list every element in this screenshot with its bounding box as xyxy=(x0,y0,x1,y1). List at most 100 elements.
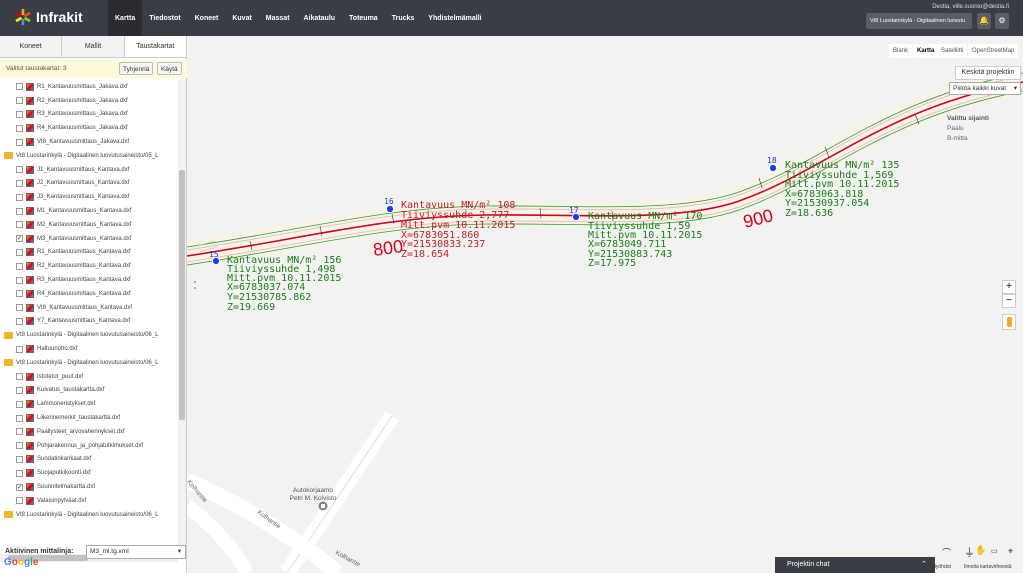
layer-checkbox[interactable] xyxy=(16,469,23,477)
maptype-satelliitti[interactable]: Satelliitti xyxy=(937,44,968,58)
layer-checkbox[interactable] xyxy=(16,83,23,91)
map-view[interactable]: 15 Kantavuus MN/m² 156 Tiiviyssuhde 1,49… xyxy=(187,36,1023,573)
layer-checkbox[interactable] xyxy=(16,345,23,353)
ruler-tool-icon[interactable]: ▭ xyxy=(991,547,998,555)
gear-icon[interactable]: ⚙ xyxy=(995,13,1009,29)
nav-kartta[interactable]: Kartta xyxy=(108,0,143,36)
layer-checkbox[interactable] xyxy=(16,386,23,394)
layer-checkbox[interactable] xyxy=(16,97,23,105)
report-map-error-link[interactable]: Ilmoita kartavirheestä xyxy=(964,564,1012,570)
zoom-out-button[interactable]: − xyxy=(1002,294,1016,308)
measurement-point-18[interactable]: 18 Kantavuus MN/m² 135 Tiiviyssuhde 1,56… xyxy=(767,156,899,219)
hand-tool-icon[interactable]: ✋ xyxy=(975,545,986,556)
layer-folder[interactable]: Vt8 Luostarinkylä - Digitaalinen luovutu… xyxy=(0,149,178,163)
maptype-openstreetmap[interactable]: OpenStreetMap xyxy=(968,44,1019,58)
layer-checkbox[interactable] xyxy=(16,373,23,381)
layer-item[interactable]: M2_Kantavuusmittaus_Kantava.dxf xyxy=(0,218,178,232)
pin-tool-icon[interactable]: ⏚ xyxy=(964,544,975,560)
measurement-point-16[interactable]: 16 Kantavuus MN/m² 108 Tiiviyssuhde 2,77… xyxy=(384,197,515,260)
layer-checkbox[interactable] xyxy=(16,124,23,132)
layer-item[interactable]: M1_Kantavuusmittaus_Kantava.dxf xyxy=(0,204,178,218)
layer-checkbox[interactable]: ✓ xyxy=(16,483,23,491)
layer-item[interactable]: Suojaputkikoonti.dxf xyxy=(0,466,178,480)
layer-checkbox[interactable] xyxy=(16,317,23,325)
layer-item[interactable]: R2_Kantavuusmittaus_Jakava.dxf xyxy=(0,94,178,108)
project-select[interactable]: Vt8 Luostarinkylä - Digitaalinen luovutu xyxy=(866,13,972,29)
layer-item[interactable]: R2_Kantavuusmittaus_Kantava.dxf xyxy=(0,259,178,273)
tab-koneet[interactable]: Koneet xyxy=(0,36,63,57)
layer-folder[interactable]: Vt8 Luostarinkylä - Digitaalinen luovutu… xyxy=(0,356,178,370)
layer-item[interactable]: Vt8_Kantavuusmittaus_Kantava.dxf xyxy=(0,301,178,315)
layer-item[interactable]: Paallysteet_arvovahennykset.dxf xyxy=(0,425,178,439)
nav-toteuma[interactable]: Toteuma xyxy=(342,0,385,36)
measurement-point-17[interactable]: 17 Kantavuus MN/m² 170 Tiiviyssuhde 1,59… xyxy=(569,206,702,269)
layer-checkbox[interactable] xyxy=(16,400,23,408)
clear-button[interactable]: Tyhjennä xyxy=(119,62,154,75)
layer-checkbox[interactable] xyxy=(16,455,23,463)
map-canvas[interactable]: 15 Kantavuus MN/m² 156 Tiiviyssuhde 1,49… xyxy=(187,36,1023,573)
layer-checkbox[interactable] xyxy=(16,262,23,270)
layer-item[interactable]: Valaisinpylväat.dxf xyxy=(0,494,178,508)
user-email[interactable]: Destia, ville.suonio@destia.fi xyxy=(932,4,1009,10)
layer-item[interactable]: R3_Kantavuusmittaus_Jakava.dxf xyxy=(0,108,178,122)
layer-checkbox[interactable] xyxy=(16,442,23,450)
bell-icon[interactable]: 🔔 xyxy=(977,13,991,29)
use-button[interactable]: Käytä xyxy=(157,62,182,75)
layer-checkbox[interactable] xyxy=(16,414,23,422)
maptype-kartta[interactable]: Kartta xyxy=(913,44,939,58)
streetview-pegman-icon[interactable] xyxy=(1002,314,1016,330)
nav-massat[interactable]: Massat xyxy=(259,0,297,36)
layer-folder[interactable]: Vt8 Luostarinkylä - Digitaalinen luovutu… xyxy=(0,508,178,522)
layer-item[interactable]: Y7_Kantavuusmittaus_Kantava.dxf xyxy=(0,315,178,329)
layer-checkbox[interactable] xyxy=(16,179,23,187)
nav-trucks[interactable]: Trucks xyxy=(385,0,422,36)
layer-checkbox[interactable] xyxy=(16,248,23,256)
nav-kuvat[interactable]: Kuvat xyxy=(225,0,258,36)
tab-mallit[interactable]: Mallit xyxy=(62,36,125,57)
layer-item[interactable]: R4_Kantavuusmittaus_Kantava.dxf xyxy=(0,287,178,301)
layer-checkbox[interactable] xyxy=(16,304,23,312)
layer-checkbox[interactable] xyxy=(16,428,23,436)
layer-checkbox[interactable] xyxy=(16,497,23,505)
layer-item[interactable]: Suodatinkankaat.dxf xyxy=(0,453,178,467)
nav-aikataulu[interactable]: Aikataulu xyxy=(297,0,343,36)
layer-checkbox[interactable] xyxy=(16,276,23,284)
layer-checkbox[interactable] xyxy=(16,110,23,118)
layer-item[interactable]: Vt8_Kantavuusmittaus_Jakava.dxf xyxy=(0,135,178,149)
layer-item[interactable]: R1_Kantavuusmittaus_Jakava.dxf xyxy=(0,80,178,94)
layer-item[interactable]: Kuivatus_taustakartta.dxf xyxy=(0,384,178,398)
layer-item[interactable]: Lammoneristykset.dxf xyxy=(0,397,178,411)
layer-folder[interactable]: Vt8 Luostarinkylä - Digitaalinen luovutu… xyxy=(0,328,178,342)
nav-tiedostot[interactable]: Tiedostot xyxy=(142,0,187,36)
nav-koneet[interactable]: Koneet xyxy=(188,0,226,36)
layer-checkbox[interactable] xyxy=(16,207,23,215)
layer-item[interactable]: R1_Kantavuusmittaus_Kantava.dxf xyxy=(0,246,178,260)
zoom-in-button[interactable]: + xyxy=(1002,280,1016,294)
layer-item[interactable]: Pohjarakennus_ja_pohjatutkimukset.dxf xyxy=(0,439,178,453)
active-line-select[interactable]: M3_ml.tg.xml ▾ xyxy=(86,545,186,559)
layer-checkbox[interactable] xyxy=(16,221,23,229)
maptype-blank[interactable]: Blank xyxy=(889,44,913,58)
layer-item[interactable]: Haltuunotto.dxf xyxy=(0,342,178,356)
layer-item[interactable]: ✓ Suunnitelmakartta.dxf xyxy=(0,480,178,494)
cursor-tool-icon[interactable]: ⌖ xyxy=(1008,546,1013,557)
hide-images-select[interactable]: Piilota kaikki kuvat ▾ xyxy=(949,82,1021,95)
layer-item[interactable]: R4_Kantavuusmittaus_Jakava.dxf xyxy=(0,121,178,135)
layer-item[interactable]: Liikennemerkit_taustakartta.dxf xyxy=(0,411,178,425)
layer-item[interactable]: J3_Kantavuusmittaus_Kantava.dxf xyxy=(0,190,178,204)
brand[interactable]: Infrakit xyxy=(14,8,83,26)
scrollbar-thumb[interactable] xyxy=(179,170,185,420)
layer-checkbox[interactable] xyxy=(16,193,23,201)
project-chat-bar[interactable]: Projektin chat ⌃ xyxy=(775,557,935,573)
layer-list-scrollbar[interactable] xyxy=(178,80,186,554)
layer-checkbox[interactable] xyxy=(16,290,23,298)
layer-item[interactable]: J1_Kantavuusmittaus_Kantava.dxf xyxy=(0,163,178,177)
layer-checkbox[interactable] xyxy=(16,138,23,146)
nav-yhdistelmamalli[interactable]: Yhdistelmämalli xyxy=(421,0,488,36)
tab-taustakartat[interactable]: Taustakartat xyxy=(124,36,187,57)
layer-item[interactable]: Istutetut_puut.dxf xyxy=(0,370,178,384)
layer-item[interactable]: ✓ M3_Kantavuusmittaus_Kantava.dxf xyxy=(0,232,178,246)
layer-item[interactable]: R3_Kantavuusmittaus_Kantava.dxf xyxy=(0,273,178,287)
center-project-button[interactable]: Keskitä projektiin xyxy=(955,66,1021,80)
layer-checkbox[interactable]: ✓ xyxy=(16,235,23,243)
